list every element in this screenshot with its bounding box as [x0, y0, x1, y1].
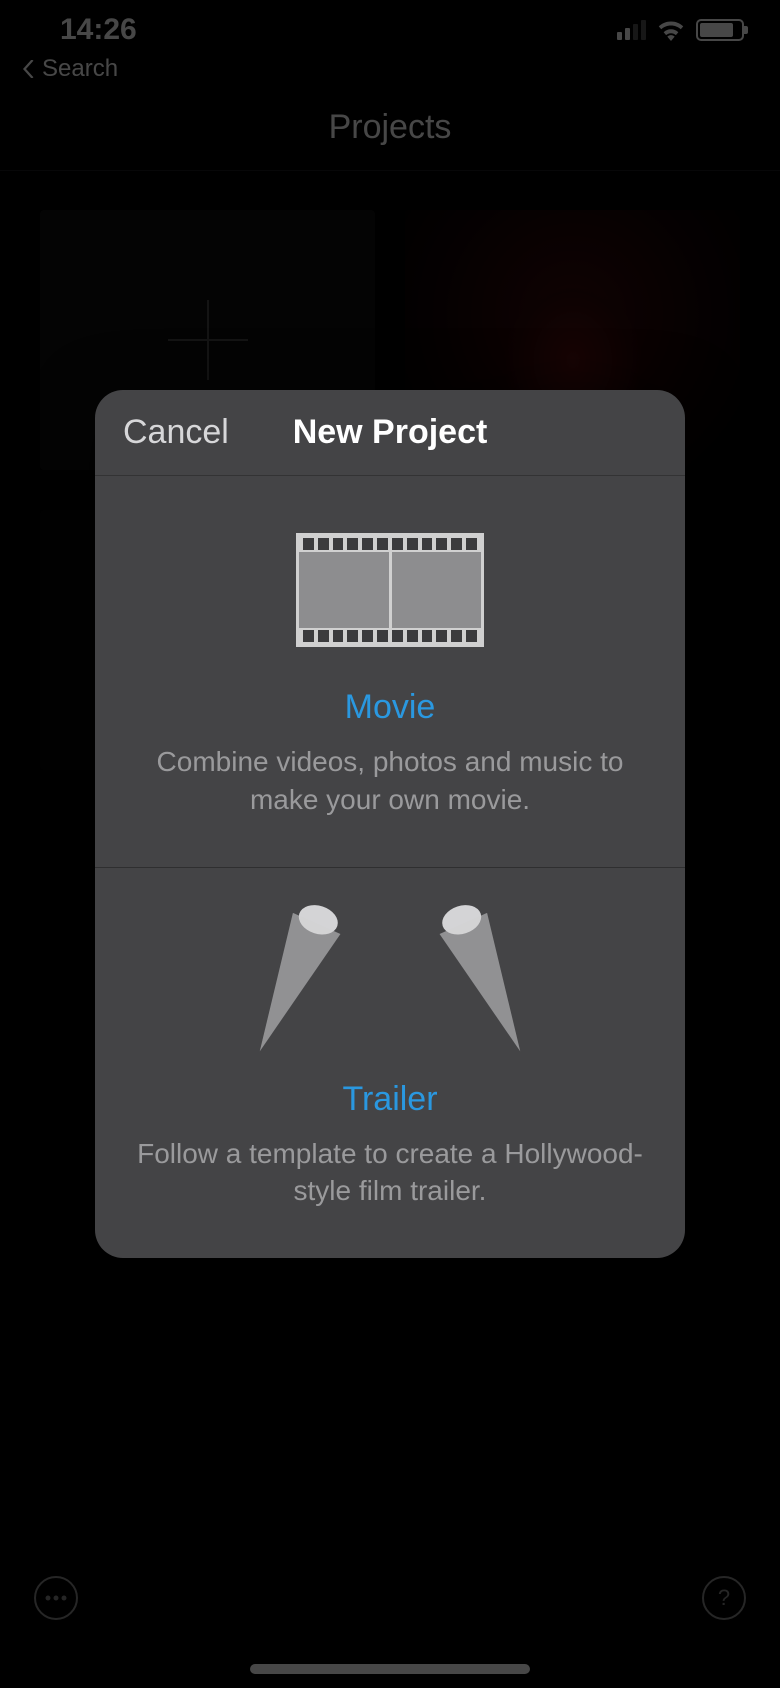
cancel-button[interactable]: Cancel [123, 413, 229, 452]
option-trailer-title: Trailer [125, 1080, 655, 1119]
option-trailer[interactable]: Trailer Follow a template to create a Ho… [95, 868, 685, 1259]
spotlights-icon [125, 912, 655, 1052]
option-movie-desc: Combine videos, photos and music to make… [125, 743, 655, 819]
sheet-header: Cancel New Project [95, 390, 685, 476]
option-movie[interactable]: Movie Combine videos, photos and music t… [95, 476, 685, 868]
filmstrip-icon [125, 520, 655, 660]
option-trailer-desc: Follow a template to create a Hollywood-… [125, 1135, 655, 1211]
new-project-sheet: Cancel New Project Movie Combine videos,… [95, 390, 685, 1258]
option-movie-title: Movie [125, 688, 655, 727]
